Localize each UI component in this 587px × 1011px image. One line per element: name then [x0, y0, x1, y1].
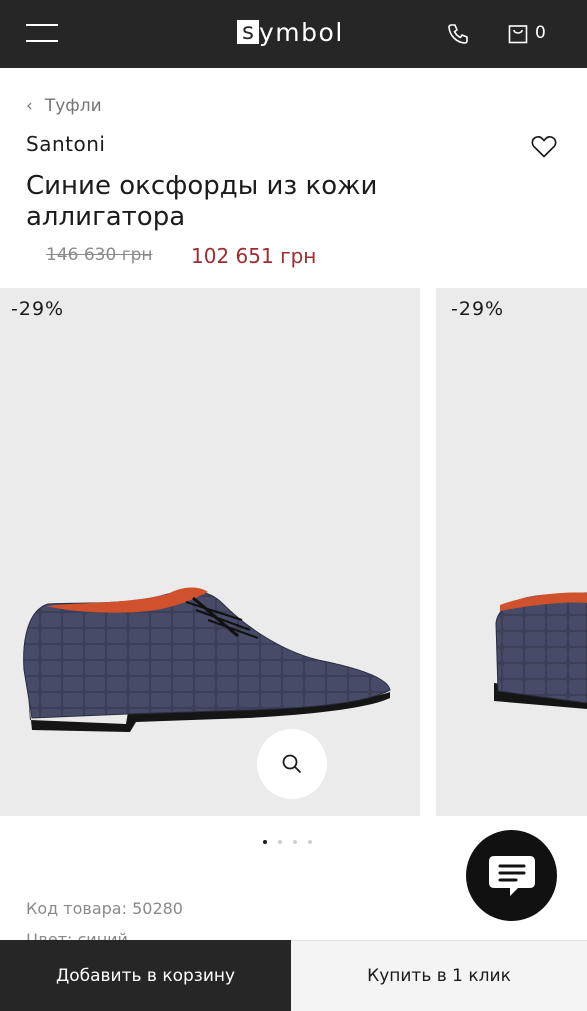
chevron-left-icon: ‹ — [26, 96, 33, 116]
brand-logo[interactable]: s ymbol — [237, 15, 344, 49]
cart-button[interactable]: 0 — [508, 21, 546, 45]
product-brand[interactable]: Santoni — [26, 132, 105, 156]
shopping-bag-icon — [508, 25, 528, 44]
carousel-dot[interactable] — [308, 840, 312, 844]
discount-badge: -29% — [451, 298, 505, 320]
zoom-button[interactable] — [257, 729, 327, 799]
carousel-pagination — [263, 840, 312, 844]
chat-button[interactable] — [466, 830, 557, 921]
top-header: s ymbol 0 — [0, 0, 587, 68]
product-title: Синие оксфорды из кожи аллигатора — [26, 171, 378, 232]
phone-icon[interactable] — [446, 22, 470, 46]
discount-badge: -29% — [11, 298, 65, 320]
old-price: 146 630 грн — [46, 245, 153, 265]
shoe-image — [23, 587, 391, 732]
carousel-dot[interactable] — [293, 840, 297, 844]
heart-icon[interactable] — [531, 135, 557, 159]
breadcrumb-label: Туфли — [44, 96, 102, 116]
product-sku: Код товара: 50280 — [26, 899, 183, 918]
breadcrumb[interactable]: ‹ Туфли — [26, 96, 102, 116]
buy-one-click-button[interactable]: Купить в 1 клик — [291, 940, 587, 1011]
shoe-image — [494, 592, 587, 709]
chat-bubble-icon — [488, 855, 535, 896]
carousel-dot[interactable] — [278, 840, 282, 844]
logo-text: ymbol — [259, 17, 344, 47]
carousel-dot[interactable] — [263, 840, 267, 844]
hamburger-menu-icon[interactable] — [26, 22, 58, 44]
add-to-cart-button[interactable]: Добавить в корзину — [0, 940, 291, 1011]
search-icon — [282, 754, 302, 774]
logo-box: s — [237, 20, 259, 44]
cart-count: 0 — [535, 23, 546, 43]
gallery-slide-next[interactable]: -29% — [436, 288, 587, 816]
sale-price: 102 651 грн — [191, 244, 317, 268]
